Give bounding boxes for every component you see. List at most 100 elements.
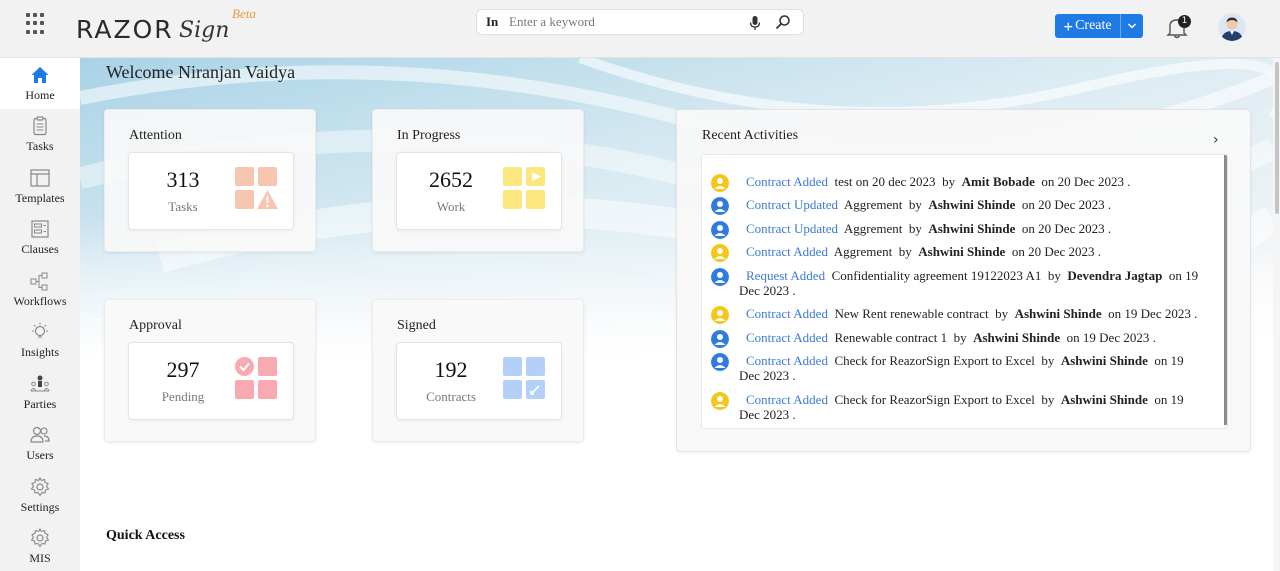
search-scope[interactable]: In: [486, 14, 498, 30]
chevron-down-icon: [1127, 21, 1137, 31]
activity-user: Ashwini Shinde: [1061, 353, 1148, 368]
activity-type[interactable]: Contract Added: [746, 174, 828, 189]
sidebar-item-parties[interactable]: Parties: [0, 367, 80, 418]
sidebar-item-templates[interactable]: Templates: [0, 161, 80, 212]
parties-icon: [29, 373, 51, 395]
list-item[interactable]: Contract Updated Aggrement by Ashwini Sh…: [711, 221, 1211, 236]
list-item[interactable]: Contract Added Check for ReazorSign Expo…: [711, 353, 1211, 368]
card-value: 2652: [397, 167, 505, 193]
list-item[interactable]: Contract Added New Rent renewable contra…: [711, 306, 1211, 321]
user-icon: [711, 244, 729, 262]
list-item[interactable]: Contract Added Check for ReazorSign Expo…: [711, 392, 1211, 407]
activity-type[interactable]: Contract Added: [746, 330, 828, 345]
sidebar-item-workflows[interactable]: Workflows: [0, 264, 80, 315]
pending-approval-icon: [233, 355, 281, 403]
search-icon[interactable]: [775, 14, 791, 30]
activity-date: on 19 Dec 2023 .: [1108, 306, 1197, 321]
quick-access-heading: Quick Access: [106, 528, 185, 544]
activity-by: by: [995, 306, 1008, 321]
activity-date: on 19 Dec 2023 .: [1067, 330, 1156, 345]
activity-date-cont: Dec 2023 .: [739, 407, 796, 422]
activity-date: on 19: [1169, 268, 1198, 283]
avatar[interactable]: [1218, 13, 1246, 41]
card-title: In Progress: [397, 128, 460, 144]
sidebar-item-insights[interactable]: Insights: [0, 315, 80, 366]
sidebar-item-tasks[interactable]: Tasks: [0, 109, 80, 160]
list-item[interactable]: Contract Added test on 20 dec 2023 by Am…: [711, 174, 1211, 189]
card-title: Signed: [397, 318, 436, 334]
recent-activities-panel: Recent Activities › Contract Added test …: [676, 109, 1251, 452]
sidebar-item-clauses[interactable]: Clauses: [0, 212, 80, 263]
work-progress-icon: [501, 165, 549, 213]
signed-tile[interactable]: 192 Contracts: [396, 342, 562, 420]
activity-date: on 19: [1154, 353, 1183, 368]
approval-tile[interactable]: 297 Pending: [128, 342, 294, 420]
signed-card: Signed 192 Contracts: [372, 299, 584, 442]
apps-grid-icon[interactable]: [26, 13, 48, 35]
create-label: Create: [1075, 18, 1112, 34]
card-sub: Pending: [129, 389, 237, 405]
workflow-icon: [29, 270, 51, 292]
sidebar-item-home[interactable]: Home: [0, 58, 80, 109]
sidebar: Home Tasks Templates Clauses: [0, 58, 80, 571]
card-sub: Work: [397, 199, 505, 215]
list-item[interactable]: Contract Updated Aggrement by Ashwini Sh…: [711, 197, 1211, 212]
scrollbar[interactable]: [1224, 155, 1228, 425]
activity-type[interactable]: Contract Added: [746, 306, 828, 321]
card-sub: Tasks: [129, 199, 237, 215]
chevron-right-icon[interactable]: ›: [1213, 132, 1219, 148]
activity-by: by: [1048, 268, 1061, 283]
activity-type[interactable]: Contract Added: [746, 244, 828, 259]
page-scrollbar-thumb[interactable]: [1275, 62, 1279, 214]
user-icon: [711, 221, 729, 239]
activity-type[interactable]: Request Added: [746, 268, 825, 283]
activity-date: on 20 Dec 2023 .: [1022, 221, 1111, 236]
list-item[interactable]: Contract Added Renewable contract 1 by A…: [711, 330, 1211, 345]
activity-user: Ashwini Shinde: [928, 197, 1015, 212]
sidebar-item-settings[interactable]: Settings: [0, 470, 80, 521]
activity-subject: Confidentiality agreement 19122023 A1: [832, 268, 1042, 283]
gear-icon: [29, 527, 51, 549]
attention-tile[interactable]: 313 Tasks: [128, 152, 294, 230]
list-item[interactable]: Request Added Confidentiality agreement …: [711, 268, 1211, 283]
signed-contracts-icon: [501, 355, 549, 403]
home-icon: [29, 64, 51, 86]
tasks-alert-icon: [233, 165, 281, 213]
logo-script: Sign: [179, 18, 229, 43]
in-progress-tile[interactable]: 2652 Work: [396, 152, 562, 230]
layout-icon: [29, 167, 51, 189]
activity-type[interactable]: Contract Added: [746, 353, 828, 368]
activity-date-cont: Dec 2023 .: [739, 283, 796, 298]
activity-by: by: [1041, 392, 1054, 407]
gear-icon: [29, 476, 51, 498]
user-icon: [711, 197, 729, 215]
activity-type[interactable]: Contract Updated: [746, 197, 838, 212]
activity-user: Ashwini Shinde: [918, 244, 1005, 259]
user-icon: [711, 306, 729, 324]
logo-text: RAZOR: [76, 15, 174, 44]
sidebar-item-users[interactable]: Users: [0, 418, 80, 469]
clauses-icon: [29, 218, 51, 240]
activity-user: Devendra Jagtap: [1067, 268, 1162, 283]
activity-user: Amit Bobade: [962, 174, 1035, 189]
list-item[interactable]: Contract Added Aggrement by Ashwini Shin…: [711, 244, 1211, 259]
sidebar-item-label: Workflows: [0, 294, 80, 309]
activity-type[interactable]: Contract Updated: [746, 221, 838, 236]
create-dropdown-toggle[interactable]: [1121, 14, 1143, 38]
activity-date: on 20 Dec 2023 .: [1041, 174, 1130, 189]
search-input[interactable]: [509, 12, 739, 32]
notification-badge: 1: [1178, 15, 1191, 28]
card-title: Attention: [129, 128, 182, 144]
sidebar-item-mis[interactable]: MIS: [0, 521, 80, 571]
create-button[interactable]: + Create: [1055, 14, 1143, 38]
activity-subject: Renewable contract 1: [834, 330, 947, 345]
user-icon: [711, 268, 729, 286]
create-main[interactable]: + Create: [1055, 14, 1121, 38]
panel-title: Recent Activities: [702, 128, 798, 144]
activity-type[interactable]: Contract Added: [746, 392, 828, 407]
activity-by: by: [954, 330, 967, 345]
microphone-icon[interactable]: [747, 15, 763, 31]
activity-by: by: [942, 174, 955, 189]
sidebar-item-label: MIS: [0, 551, 80, 566]
main-content: Welcome Niranjan Vaidya Attention 313 Ta…: [80, 58, 1273, 571]
